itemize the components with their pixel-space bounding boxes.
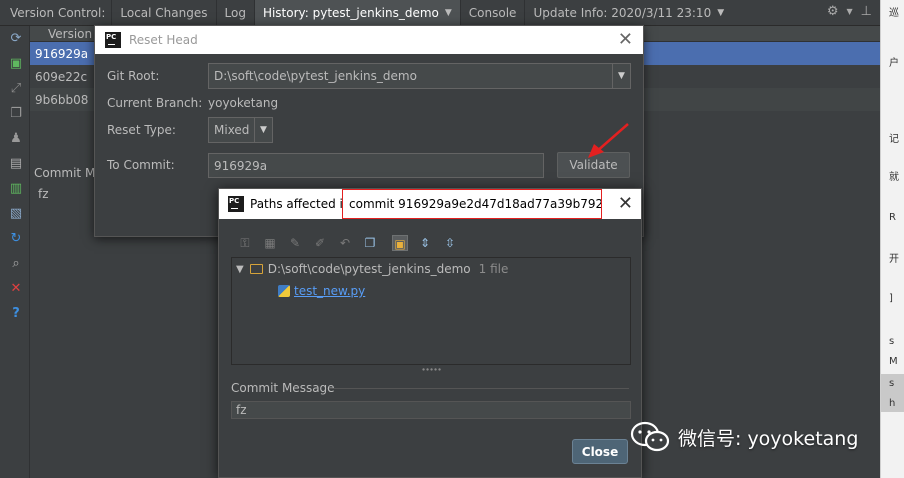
close-button[interactable]: Close xyxy=(572,439,628,464)
vcs-icon[interactable]: ⚿ xyxy=(237,235,253,251)
tool-window-tabbar: Version Control: Local Changes Log Histo… xyxy=(0,0,880,26)
chevron-down-icon[interactable]: ▼ xyxy=(847,7,853,19)
get-icon[interactable]: ♟ xyxy=(9,132,23,146)
tab-history[interactable]: History: pytest_jenkins_demo ▼ xyxy=(253,0,460,26)
copy-icon[interactable]: ❐ xyxy=(9,107,23,121)
dialog-title-prefix: Paths affected in xyxy=(250,197,351,211)
git-root-combo[interactable]: D:\soft\code\pytest_jenkins_demo ▼ xyxy=(208,63,631,89)
window-tools: ⚙ ▼ ⊥ xyxy=(827,4,872,19)
splitter-grip[interactable]: ∙∙∙∙∙ xyxy=(421,365,442,374)
close-icon[interactable]: ✕ xyxy=(9,282,23,296)
watermark: 微信号: yoyoketang xyxy=(630,420,858,454)
edit-icon[interactable]: ✎ xyxy=(287,235,303,251)
expand-all-icon[interactable]: ⇕ xyxy=(417,235,433,251)
collapse-all-icon[interactable]: ⇳ xyxy=(442,235,458,251)
tree-file-row[interactable]: test_new.py xyxy=(278,284,365,298)
help-icon[interactable]: ? xyxy=(9,307,23,321)
commit-message-label: Commit Message xyxy=(231,381,335,395)
tree-folder-row[interactable]: ▼ D:\soft\code\pytest_jenkins_demo 1 fil… xyxy=(236,262,508,276)
to-commit-input[interactable]: 916929a xyxy=(208,153,544,178)
tab-console[interactable]: Console xyxy=(459,0,525,26)
gear-icon[interactable]: ⚙ xyxy=(827,4,839,19)
annotate-icon[interactable]: ▤ xyxy=(9,157,23,171)
reset-type-label: Reset Type: xyxy=(107,123,176,137)
dialog-title-bar: PC Reset Head ✕ xyxy=(95,26,643,54)
separator xyxy=(329,388,629,389)
search-icon[interactable]: ⌕ xyxy=(9,257,23,271)
dialog-title: Reset Head xyxy=(129,33,198,47)
changed-files-tree: ▼ D:\soft\code\pytest_jenkins_demo 1 fil… xyxy=(231,257,631,365)
copy-icon[interactable]: ❐ xyxy=(362,235,378,251)
pycharm-logo-icon: PC xyxy=(105,32,121,48)
commit-message-label: Commit M xyxy=(34,166,96,180)
chevron-down-icon[interactable]: ▼ xyxy=(445,8,452,18)
commit-message-value: fz xyxy=(38,187,49,201)
edit-source-icon[interactable]: ✐ xyxy=(312,235,328,251)
tab-update-info[interactable]: Update Info: 2020/3/11 23:10 ▼ xyxy=(524,0,732,26)
current-branch-label: Current Branch: xyxy=(107,96,203,110)
highlighted-commit-hash: commit 916929a9e2d47d18ad77a39b7923... xyxy=(342,189,602,219)
details-icon[interactable]: ▧ xyxy=(9,207,23,221)
background-window-edge: 巡 户 记 就 R 开 ] s M s h xyxy=(880,0,904,478)
close-icon[interactable]: ✕ xyxy=(618,193,633,214)
compare-icon[interactable]: ▥ xyxy=(9,182,23,196)
commit-message-field[interactable]: fz xyxy=(231,401,631,419)
reset-type-combo[interactable]: Mixed ▼ xyxy=(208,117,273,143)
hide-icon[interactable]: ⊥ xyxy=(861,4,872,19)
current-branch-value: yoyoketang xyxy=(208,96,279,110)
tab-log[interactable]: Log xyxy=(215,0,254,26)
to-commit-label: To Commit: xyxy=(107,158,175,172)
chevron-down-icon[interactable]: ▼ xyxy=(254,118,272,142)
expand-triangle-icon[interactable]: ▼ xyxy=(236,264,244,275)
undo-icon[interactable]: ↶ xyxy=(337,235,353,251)
paths-affected-dialog: PC Paths affected in commit 916929a9e2d4… xyxy=(218,188,642,478)
sync-icon[interactable]: ↻ xyxy=(9,232,23,246)
wechat-logo-icon xyxy=(630,421,670,452)
dialog-title-bar: PC Paths affected in commit 916929a9e2d4… xyxy=(219,189,641,219)
diff-icon[interactable]: ⤢ xyxy=(9,82,23,96)
history-toolbar: ⟳ ▣ ⤢ ❐ ♟ ▤ ▥ ▧ ↻ ⌕ ✕ ? xyxy=(0,26,30,478)
chevron-down-icon[interactable]: ▼ xyxy=(717,8,724,18)
close-icon[interactable]: ✕ xyxy=(618,29,633,50)
create-patch-icon[interactable]: ▣ xyxy=(9,57,23,71)
chevron-down-icon[interactable]: ▼ xyxy=(612,64,630,88)
refresh-icon[interactable]: ⟳ xyxy=(9,32,23,46)
group-by-directory-icon[interactable]: ▣ xyxy=(392,235,408,251)
folder-icon xyxy=(249,264,263,274)
git-root-label: Git Root: xyxy=(107,69,160,83)
revert-icon[interactable]: ▦ xyxy=(262,235,278,251)
tab-local-changes[interactable]: Local Changes xyxy=(111,0,215,26)
file-count: 1 file xyxy=(478,262,509,276)
pycharm-logo-icon: PC xyxy=(228,196,244,212)
python-file-icon xyxy=(278,285,290,297)
annotation-arrow-icon xyxy=(588,123,629,158)
version-control-label: Version Control: xyxy=(10,5,106,20)
